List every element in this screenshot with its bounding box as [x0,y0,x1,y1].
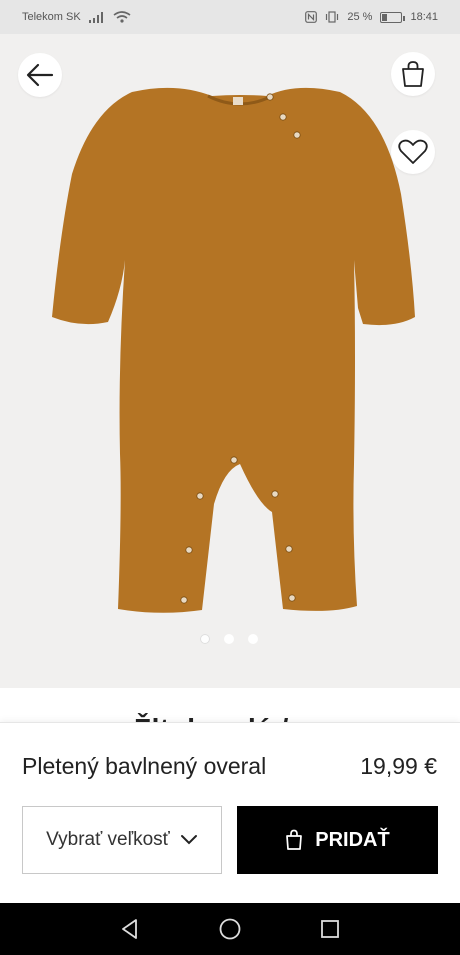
gallery-dot[interactable] [200,634,210,644]
status-right: 25 % 18:41 [305,11,438,23]
shoulder-button-1 [266,93,274,101]
product-name: Pletený bavlnený overal [22,753,267,779]
size-select[interactable]: Vybrať veľkosť [22,806,222,874]
leg-button-3 [185,546,193,554]
crotch-button [230,456,238,464]
add-to-bag-button[interactable]: PRIDAŤ [237,806,438,874]
system-nav-bar [0,903,460,955]
wishlist-button[interactable] [391,130,435,174]
signal-icon [88,11,103,23]
nav-home-button[interactable] [210,909,250,949]
product-image [52,87,415,613]
product-gallery[interactable] [0,34,460,688]
nfc-icon [305,11,318,23]
status-bar: Telekom SK 25 % 18:41 [0,0,460,34]
shopping-bag-icon [286,829,303,850]
vibrate-icon [326,11,339,23]
nav-back-button[interactable] [110,909,150,949]
add-button-label: PRIDAŤ [315,828,390,851]
shopping-bag-icon [402,61,424,87]
status-left: Telekom SK [22,11,131,23]
battery-fill [382,13,388,21]
gallery-dot[interactable] [248,634,258,644]
gallery-pagination[interactable] [200,634,258,644]
circle-home-icon [219,918,241,940]
square-recents-icon [321,920,339,938]
product-price: 19,99 € [360,753,437,779]
romper-garment [52,87,415,613]
nav-recents-button[interactable] [310,909,350,949]
carrier-text: Telekom SK [22,11,81,23]
leg-button-4 [285,545,293,553]
triangle-back-icon [122,919,137,939]
battery-percent: 25 % [347,11,373,23]
leg-button-1 [196,492,204,500]
back-button[interactable] [18,53,62,97]
leg-button-5 [180,596,188,604]
chevron-down-icon [180,835,197,845]
shoulder-button-3 [293,131,301,139]
shopping-bag-button[interactable] [391,52,435,96]
leg-button-2 [271,490,279,498]
battery-icon [380,11,406,23]
clock: 18:41 [410,11,438,23]
wifi-icon [113,11,131,23]
purchase-panel: Pletený bavlnený overal 19,99 € Vybrať v… [0,722,460,903]
neck-label [233,97,243,105]
gallery-dot[interactable] [224,634,234,644]
size-select-label: Vybrať veľkosť [46,829,170,850]
leg-button-6 [288,594,296,602]
arrow-left-icon [26,63,54,87]
shoulder-button-2 [279,113,287,121]
heart-icon [398,139,428,164]
